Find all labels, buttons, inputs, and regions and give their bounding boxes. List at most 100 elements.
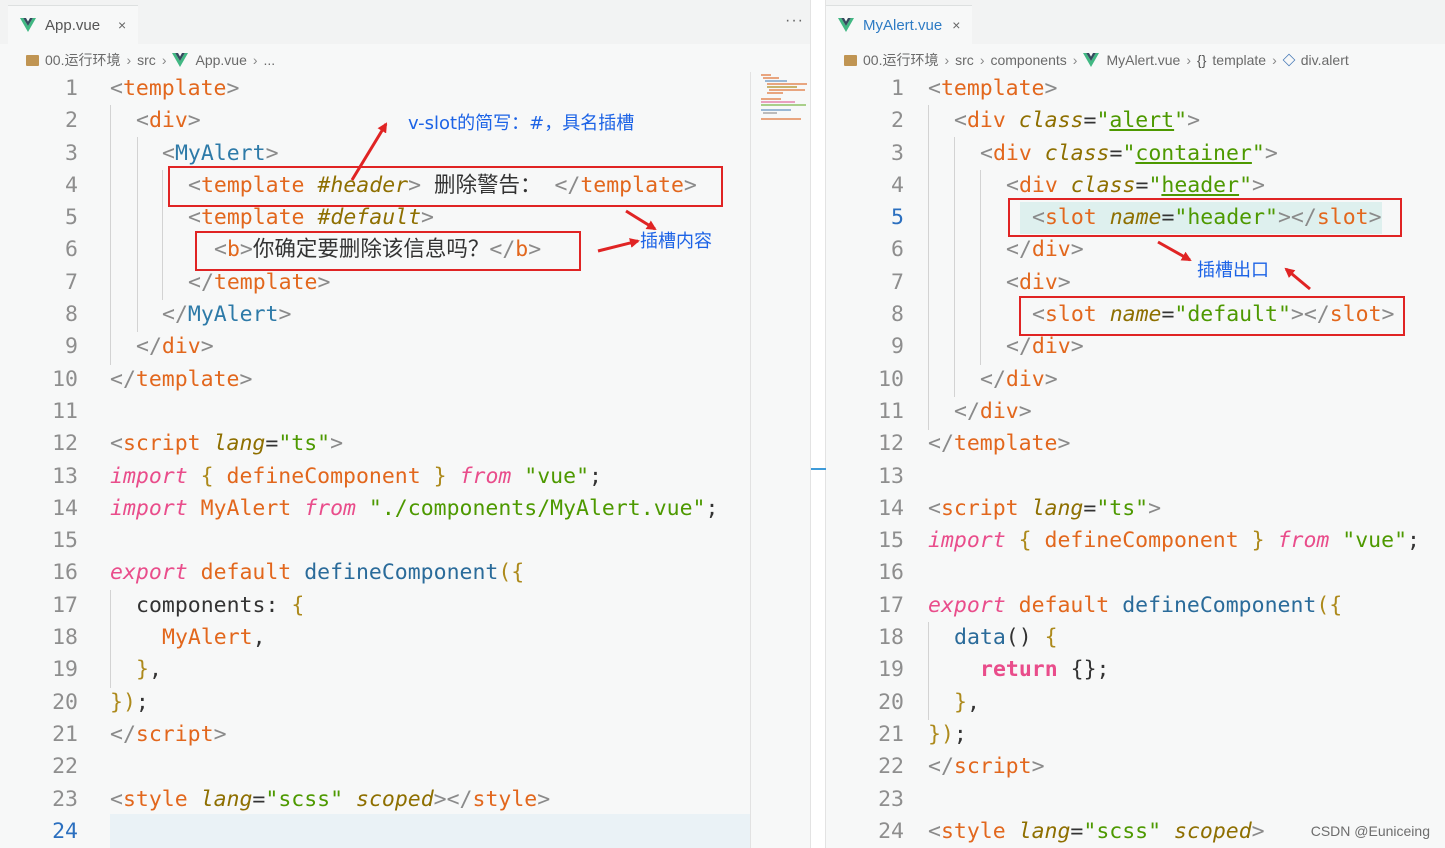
code-line: 20});: [0, 687, 810, 719]
close-icon[interactable]: ×: [118, 17, 126, 33]
code-line: 17 components: {: [0, 590, 810, 622]
tab-app-vue[interactable]: App.vue ×: [8, 5, 139, 44]
code-line: 19},: [0, 654, 810, 686]
code-line: 19 return {};: [826, 654, 1445, 686]
line-number: 10: [878, 366, 904, 392]
code-line: 16 export default defineComponent({: [0, 557, 810, 589]
line-number: 14: [52, 495, 78, 521]
code-text: return {};: [980, 657, 1110, 683]
line-number: 6: [891, 237, 904, 263]
line-number: 22: [878, 754, 904, 780]
editor-split-divider[interactable]: [810, 0, 826, 848]
code-text: </div>: [980, 366, 1058, 392]
annotation-vslot: v-slot的简写：#，具名插槽: [408, 113, 635, 134]
line-number: 23: [52, 786, 78, 812]
annotation-slot-content: 插槽内容: [640, 231, 712, 252]
highlight-box-header-template: [168, 166, 723, 207]
breadcrumb-item-file[interactable]: MyAlert.vue: [1083, 52, 1180, 68]
line-number: 7: [891, 269, 904, 295]
chevron-right-icon: ›: [1272, 52, 1277, 68]
breadcrumb-item-src[interactable]: src: [955, 52, 974, 68]
code-line: 13: [826, 461, 1445, 493]
code-text: </div>: [1006, 334, 1084, 360]
close-icon[interactable]: ×: [952, 17, 960, 33]
code-line: 16: [826, 557, 1445, 589]
line-number: 10: [52, 366, 78, 392]
chevron-right-icon: ›: [1186, 52, 1192, 68]
line-number: 17: [878, 592, 904, 618]
line-number: 2: [891, 108, 904, 134]
code-text: </MyAlert>: [162, 302, 292, 328]
breadcrumb-item-more[interactable]: ...: [264, 52, 276, 68]
code-text: export default defineComponent({: [110, 560, 525, 586]
breadcrumb-label: App.vue: [195, 52, 247, 68]
highlight-box-header-slot: [1008, 198, 1402, 237]
line-number: 13: [878, 463, 904, 489]
code-line: 9 </div>: [0, 331, 810, 363]
line-number: 4: [65, 172, 78, 198]
code-text: <div>: [136, 108, 201, 134]
vue-file-icon: [838, 18, 854, 32]
chevron-right-icon: ›: [944, 52, 950, 68]
code-line: 7 </template>: [0, 267, 810, 299]
line-number: 1: [891, 76, 904, 101]
line-number: 3: [65, 140, 78, 166]
right-tab-bar: MyAlert.vue ×: [826, 0, 1445, 44]
chevron-right-icon: ›: [252, 52, 258, 68]
code-text: },: [136, 657, 162, 683]
code-text: <template>: [110, 76, 240, 101]
code-area[interactable]: 1 <template> 2 <div class="alert"> 3 <div c…: [826, 73, 1445, 848]
code-line: 1 <template>: [826, 73, 1445, 105]
line-number: 13: [52, 463, 78, 489]
chevron-right-icon: ›: [126, 52, 132, 68]
line-number: 18: [52, 625, 78, 651]
code-line: 12 <script lang="ts">: [0, 428, 810, 460]
line-number: 9: [65, 334, 78, 360]
line-number: 23: [878, 786, 904, 812]
code-line: 10 </template>: [0, 364, 810, 396]
code-line: 7 <div>: [826, 267, 1445, 299]
line-number: 7: [65, 269, 78, 295]
code-line: 18 data() {: [826, 622, 1445, 654]
code-text: import { defineComponent } from "vue";: [110, 463, 602, 489]
breadcrumb-label: 00.运行环境: [863, 52, 939, 68]
code-line: 10 </div>: [826, 364, 1445, 396]
scroll-marker: [811, 468, 826, 470]
line-number: 17: [52, 592, 78, 618]
breadcrumb-item-file[interactable]: App.vue: [172, 52, 247, 68]
code-line: 9 </div>: [826, 331, 1445, 363]
more-actions-icon[interactable]: ···: [785, 12, 804, 30]
tab-myalert-vue[interactable]: MyAlert.vue ×: [826, 5, 973, 44]
highlight-box-default-slot: [1019, 296, 1405, 336]
code-text: export default defineComponent({: [928, 592, 1343, 618]
code-text: <template #default>: [188, 205, 434, 231]
code-text: </div>: [954, 398, 1032, 424]
code-text: <style lang="scss" scoped></style>: [110, 786, 551, 812]
vue-file-icon: [172, 53, 189, 67]
right-editor-pane: MyAlert.vue × 00.运行环境 › src › components…: [826, 0, 1445, 848]
code-text: import MyAlert from "./components/MyAler…: [110, 495, 719, 521]
breadcrumb-item-components[interactable]: components: [990, 52, 1066, 68]
line-number: 18: [878, 625, 904, 651]
breadcrumb-item-template[interactable]: {} template: [1197, 52, 1266, 68]
line-number: 16: [52, 560, 78, 586]
breadcrumb-item-folder[interactable]: 00.运行环境: [844, 50, 938, 70]
brackets-icon: {}: [1197, 52, 1207, 68]
line-number: 20: [52, 689, 78, 715]
code-line: 22: [0, 751, 810, 783]
code-text: <div class="alert">: [954, 108, 1201, 134]
left-editor-pane: App.vue × ··· 00.运行环境 › src › App.vue › …: [0, 0, 810, 848]
line-number: 2: [65, 108, 78, 134]
line-number: 12: [52, 431, 78, 457]
line-number: 24: [878, 818, 904, 844]
code-text: <style lang="scss" scoped>: [928, 818, 1265, 844]
code-line: 11 </div>: [826, 396, 1445, 428]
minimap[interactable]: [750, 72, 810, 848]
line-number: 20: [878, 689, 904, 715]
breadcrumb-item-folder[interactable]: 00.运行环境: [26, 50, 120, 70]
breadcrumb-item-src[interactable]: src: [137, 52, 156, 68]
code-text: components: {: [136, 592, 305, 618]
code-line: 2 <div class="alert">: [826, 105, 1445, 137]
breadcrumb-item-div-alert[interactable]: div.alert: [1282, 52, 1349, 68]
code-line: 14 import MyAlert from "./components/MyAl…: [0, 493, 810, 525]
